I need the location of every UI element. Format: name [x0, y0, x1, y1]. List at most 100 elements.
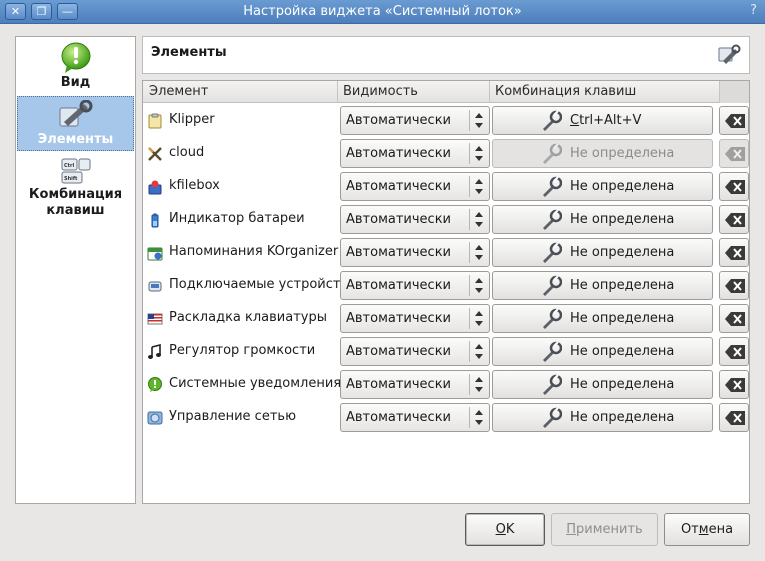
elements-table: Элемент Видимость Комбинация клавиш Klip…: [142, 80, 750, 504]
music-note-icon: [148, 344, 161, 359]
visibility-value: Автоматически: [346, 146, 452, 161]
shortcut-button[interactable]: Не определена: [492, 205, 713, 234]
shortcut-label: Не определена: [570, 344, 675, 359]
visibility-combobox[interactable]: Автоматически: [340, 139, 490, 168]
elements-panel: Элементы Элемент Видимость Комбинация кл…: [142, 36, 750, 504]
visibility-combobox[interactable]: Автоматически: [340, 238, 490, 267]
cancel-button[interactable]: Отмена: [664, 513, 750, 546]
updown-arrows-icon: [475, 311, 483, 326]
visibility-combobox[interactable]: Автоматически: [340, 337, 490, 366]
table-row[interactable]: Индикатор батареи Автоматически Не определ…: [143, 203, 749, 236]
wrench-icon: [543, 341, 562, 362]
column-header-shortcut[interactable]: Комбинация клавиш: [495, 84, 636, 99]
combo-separator: [469, 242, 470, 263]
svg-text:Shift: Shift: [64, 176, 78, 182]
updown-arrows-icon: [475, 377, 483, 392]
combo-separator: [469, 341, 470, 362]
visibility-combobox[interactable]: Автоматически: [340, 205, 490, 234]
ok-button[interactable]: OK: [465, 513, 545, 546]
clear-shortcut-button[interactable]: [719, 205, 749, 234]
visibility-value: Автоматически: [346, 410, 452, 425]
shortcut-label: Не определена: [570, 179, 675, 194]
visibility-combobox[interactable]: Автоматически: [340, 403, 490, 432]
cloud-tools-icon: [148, 147, 162, 161]
bubble-exclamation-icon: [61, 42, 90, 73]
wrench-icon: [543, 374, 562, 395]
shortcut-button[interactable]: Не определена: [492, 304, 713, 333]
element-name: kfilebox: [169, 178, 220, 193]
shortcut-button[interactable]: Не определена: [492, 403, 713, 432]
table-row[interactable]: Раскладка клавиатуры Автоматически Не опре…: [143, 302, 749, 335]
nav-item-shortcuts[interactable]: Ctrl Shift Комбинация клавиш: [17, 155, 134, 227]
visibility-value: Автоматически: [346, 212, 452, 227]
updown-arrows-icon: [475, 212, 483, 227]
backspace-clear-icon: [725, 312, 745, 326]
filebox-icon: [148, 180, 162, 195]
shortcut-button[interactable]: Не определена: [492, 139, 713, 168]
column-header-visibility[interactable]: Видимость: [343, 84, 418, 99]
updown-arrows-icon: [475, 245, 483, 260]
clear-shortcut-button[interactable]: [719, 403, 749, 432]
clear-shortcut-button[interactable]: [719, 271, 749, 300]
backspace-clear-icon: [725, 114, 745, 128]
table-row[interactable]: Регулятор громкости Автоматически Не опред…: [143, 335, 749, 368]
visibility-value: Автоматически: [346, 344, 452, 359]
wrench-icon: [543, 407, 562, 428]
clear-shortcut-button[interactable]: [719, 172, 749, 201]
updown-arrows-icon: [475, 410, 483, 425]
column-header-element[interactable]: Элемент: [149, 84, 208, 99]
visibility-combobox[interactable]: Автоматически: [340, 370, 490, 399]
notification-icon: [148, 377, 162, 392]
element-name: Системные уведомления: [169, 376, 342, 391]
clear-shortcut-button[interactable]: [719, 106, 749, 135]
ok-button-label: K: [505, 522, 515, 537]
visibility-combobox[interactable]: Автоматически: [340, 271, 490, 300]
table-row[interactable]: Подключаемые устройства Автоматически Не о…: [143, 269, 749, 302]
clear-shortcut-button[interactable]: [719, 238, 749, 267]
shortcut-button[interactable]: Не определена: [492, 370, 713, 399]
apply-button[interactable]: Применить: [551, 513, 658, 546]
column-separator: [489, 81, 490, 103]
shortcut-label: Не определена: [570, 278, 675, 293]
apply-button-mnemonic: П: [566, 522, 577, 537]
nav-item-elements[interactable]: Элементы: [17, 96, 134, 151]
backspace-clear-icon: [725, 411, 745, 425]
visibility-combobox[interactable]: Автоматически: [340, 106, 490, 135]
nav-item-view[interactable]: Вид: [17, 41, 134, 95]
table-row[interactable]: kfilebox Автоматически Не определена: [143, 170, 749, 203]
shortcut-button[interactable]: Не определена: [492, 271, 713, 300]
table-row[interactable]: Управление сетью Автоматически Не определе…: [143, 401, 749, 434]
clear-shortcut-button[interactable]: [719, 304, 749, 333]
shortcut-button[interactable]: Не определена: [492, 238, 713, 267]
element-name: Напоминания KOrganizer: [169, 244, 339, 259]
visibility-combobox[interactable]: Автоматически: [340, 172, 490, 201]
table-row[interactable]: Системные уведомления Автоматически Не опр…: [143, 368, 749, 401]
panel-header: Элементы: [142, 36, 750, 74]
clear-shortcut-button[interactable]: [719, 139, 749, 168]
network-icon: [147, 411, 163, 425]
visibility-value: Автоматически: [346, 278, 452, 293]
shortcut-label: Не определена: [570, 146, 675, 161]
backspace-clear-icon: [725, 378, 745, 392]
help-icon[interactable]: ?: [750, 3, 757, 18]
table-row[interactable]: Напоминания KOrganizer Автоматически Не оп…: [143, 236, 749, 269]
dialog-body: Вид Элементы Ctrl Shift Комбинация клави…: [0, 24, 765, 561]
shortcut-button[interactable]: Ctrl+Alt+V: [492, 106, 713, 135]
shortcut-button[interactable]: Не определена: [492, 337, 713, 366]
calendar-alarm-icon: [147, 247, 163, 261]
backspace-clear-icon: [725, 180, 745, 194]
table-row[interactable]: Klipper Автоматически Ctrl+Alt+V: [143, 104, 749, 137]
shortcut-button[interactable]: Не определена: [492, 172, 713, 201]
element-name: cloud: [169, 145, 205, 160]
category-list: Вид Элементы Ctrl Shift Комбинация клави…: [15, 36, 136, 504]
wrench-icon: [543, 275, 562, 296]
element-name: Управление сетью: [169, 409, 297, 424]
visibility-value: Автоматически: [346, 113, 452, 128]
table-row[interactable]: cloud Автоматически Не определена: [143, 137, 749, 170]
combo-separator: [469, 143, 470, 164]
clear-shortcut-button[interactable]: [719, 370, 749, 399]
clear-shortcut-button[interactable]: [719, 337, 749, 366]
visibility-combobox[interactable]: Автоматически: [340, 304, 490, 333]
wrench-icon: [543, 308, 562, 329]
nav-label-shortcuts: Комбинация клавиш: [28, 187, 123, 218]
